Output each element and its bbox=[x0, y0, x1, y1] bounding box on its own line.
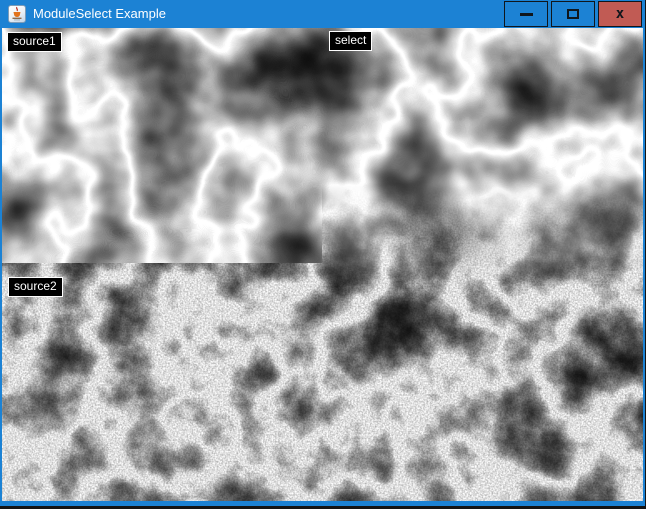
source1-label: source1 bbox=[7, 32, 62, 52]
window-controls: x bbox=[504, 1, 642, 27]
close-icon: x bbox=[616, 7, 624, 21]
maximize-icon bbox=[567, 9, 579, 19]
desktop-background: ModuleSelect Example x bbox=[0, 0, 646, 509]
titlebar[interactable]: ModuleSelect Example x bbox=[0, 0, 645, 28]
minimize-icon bbox=[520, 13, 533, 16]
window-title: ModuleSelect Example bbox=[33, 0, 166, 27]
select-label: select bbox=[329, 31, 372, 51]
source2-label: source2 bbox=[8, 277, 63, 297]
maximize-button[interactable] bbox=[551, 1, 595, 27]
minimize-button[interactable] bbox=[504, 1, 548, 27]
java-coffee-cup-glyph bbox=[9, 6, 25, 22]
java-app-icon[interactable] bbox=[8, 5, 26, 23]
close-button[interactable]: x bbox=[598, 1, 642, 27]
app-window: ModuleSelect Example x bbox=[0, 0, 645, 506]
render-canvas: source1 select source2 bbox=[2, 28, 643, 501]
